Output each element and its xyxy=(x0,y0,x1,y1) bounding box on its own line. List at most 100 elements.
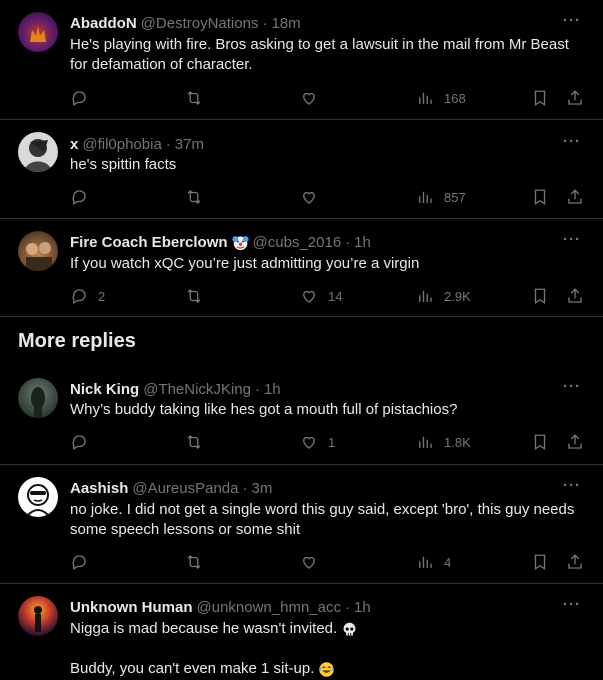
reply-button[interactable]: 2 xyxy=(70,286,105,306)
views-count: 1.8K xyxy=(444,434,471,450)
tweet-text-line: Buddy, you can't even make 1 sit-up. xyxy=(70,660,315,677)
author-handle[interactable]: @TheNickJKing xyxy=(143,381,251,398)
retweet-icon xyxy=(187,91,201,105)
author-handle[interactable]: @AureusPanda xyxy=(132,480,238,497)
author-name[interactable]: AbaddoN xyxy=(70,15,137,32)
views-button[interactable]: 168 xyxy=(416,88,466,108)
retweet-button[interactable] xyxy=(185,187,203,207)
like-button[interactable]: 1 xyxy=(300,432,335,452)
heart-icon xyxy=(303,191,315,204)
views-count: 2.9K xyxy=(444,288,471,304)
tweet[interactable]: Nick King @TheNickJKing · 1h ··· Why’s b… xyxy=(0,367,603,465)
author-name[interactable]: Fire Coach Eberclown xyxy=(70,234,228,251)
retweet-button[interactable] xyxy=(185,432,203,452)
bookmark-button[interactable] xyxy=(531,286,549,306)
more-options-icon[interactable]: ··· xyxy=(563,378,581,395)
retweet-icon xyxy=(187,190,201,204)
like-button[interactable] xyxy=(300,552,318,572)
bookmark-button[interactable] xyxy=(531,88,549,108)
retweet-button[interactable] xyxy=(185,552,203,572)
reply-button[interactable] xyxy=(70,187,88,207)
more-replies-heading: More replies xyxy=(18,330,136,352)
more-options-icon[interactable]: ··· xyxy=(563,477,581,494)
share-button[interactable] xyxy=(566,187,584,207)
timestamp[interactable]: 3m xyxy=(252,480,273,497)
separator: · xyxy=(242,479,248,497)
author-handle[interactable]: @fil0phobia xyxy=(82,136,161,153)
tweet[interactable]: AbaddoN @DestroyNations · 18m ··· He's p… xyxy=(0,0,603,120)
more-options-icon[interactable]: ··· xyxy=(563,12,581,29)
like-button[interactable] xyxy=(300,187,318,207)
tweet-text-line: some speech lessons or some shit xyxy=(70,521,301,538)
views-button[interactable]: 857 xyxy=(416,187,466,207)
tweet-text-line xyxy=(70,639,585,659)
reply-icon xyxy=(72,289,86,304)
avatar[interactable] xyxy=(18,378,58,418)
views-count: 168 xyxy=(444,90,466,106)
tweet[interactable]: Fire Coach Eberclown @cubs_2016 · 1h ···… xyxy=(0,219,603,317)
author-name[interactable]: x xyxy=(70,136,78,153)
avatar[interactable] xyxy=(18,231,58,271)
avatar[interactable] xyxy=(18,12,58,52)
author-handle[interactable]: @unknown_hmn_acc xyxy=(197,599,341,616)
tweet-text-line: He's playing with fire. Bros asking to g… xyxy=(70,36,569,53)
reply-button[interactable] xyxy=(70,432,88,452)
skull-emoji-icon xyxy=(343,622,356,635)
tweet[interactable]: Aashish @AureusPanda · 3m ··· no joke. I… xyxy=(0,465,603,584)
share-button[interactable] xyxy=(566,552,584,572)
like-button[interactable]: 14 xyxy=(300,286,342,306)
views-count: 857 xyxy=(444,189,466,205)
reply-icon xyxy=(72,190,86,205)
author-name[interactable]: Unknown Human xyxy=(70,599,193,616)
bookmark-button[interactable] xyxy=(531,552,549,572)
like-button[interactable] xyxy=(300,88,318,108)
timestamp[interactable]: 18m xyxy=(271,15,300,32)
reply-button[interactable] xyxy=(70,552,88,572)
author-handle[interactable]: @DestroyNations xyxy=(141,15,259,32)
tweet-text-line: for defamation of character. xyxy=(70,56,253,73)
timestamp[interactable]: 1h xyxy=(354,234,371,251)
views-icon xyxy=(419,556,432,568)
views-button[interactable]: 4 xyxy=(416,552,451,572)
tweet-text-line: If you watch xQC you’re just admitting y… xyxy=(70,255,420,272)
share-button[interactable] xyxy=(566,286,584,306)
timestamp[interactable]: 37m xyxy=(175,136,204,153)
tweet[interactable]: Unknown Human @unknown_hmn_acc · 1h ··· … xyxy=(0,584,603,680)
views-count: 4 xyxy=(444,554,452,570)
share-icon xyxy=(568,434,582,449)
separator: · xyxy=(254,380,260,398)
tweet-text-line: Nigga is mad because he wasn't invited. xyxy=(70,620,338,637)
timestamp[interactable]: 1h xyxy=(264,381,281,398)
share-button[interactable] xyxy=(566,88,584,108)
tweet-actions: 2 14 2.9K xyxy=(0,286,603,306)
share-icon xyxy=(568,554,582,569)
bookmark-icon xyxy=(534,189,546,206)
more-options-icon[interactable]: ··· xyxy=(563,231,581,248)
author-name[interactable]: Aashish xyxy=(70,480,128,497)
share-button[interactable] xyxy=(566,432,584,452)
retweet-icon xyxy=(187,555,201,569)
timestamp[interactable]: 1h xyxy=(354,599,371,616)
reply-button[interactable] xyxy=(70,88,88,108)
more-options-icon[interactable]: ··· xyxy=(563,596,581,613)
retweet-icon xyxy=(187,435,201,449)
author-name[interactable]: Nick King xyxy=(70,381,139,398)
author-handle[interactable]: @cubs_2016 xyxy=(253,234,342,251)
bookmark-button[interactable] xyxy=(531,432,549,452)
bookmark-button[interactable] xyxy=(531,187,549,207)
retweet-button[interactable] xyxy=(185,88,203,108)
separator: · xyxy=(262,14,268,32)
avatar[interactable] xyxy=(18,596,58,636)
tweet-text-line: Why’s buddy taking like hes got a mouth … xyxy=(70,401,458,418)
like-count: 1 xyxy=(328,434,336,450)
avatar[interactable] xyxy=(18,477,58,517)
views-button[interactable]: 1.8K xyxy=(416,432,471,452)
laughing-emoji-icon xyxy=(319,661,335,677)
tweet[interactable]: x @fil0phobia · 37m ··· he's spittin fac… xyxy=(0,120,603,219)
share-icon xyxy=(568,90,582,105)
views-button[interactable]: 2.9K xyxy=(416,286,471,306)
more-options-icon[interactable]: ··· xyxy=(563,133,581,150)
retweet-button[interactable] xyxy=(185,286,203,306)
clown-emoji-icon xyxy=(231,235,249,250)
avatar[interactable] xyxy=(18,132,58,172)
